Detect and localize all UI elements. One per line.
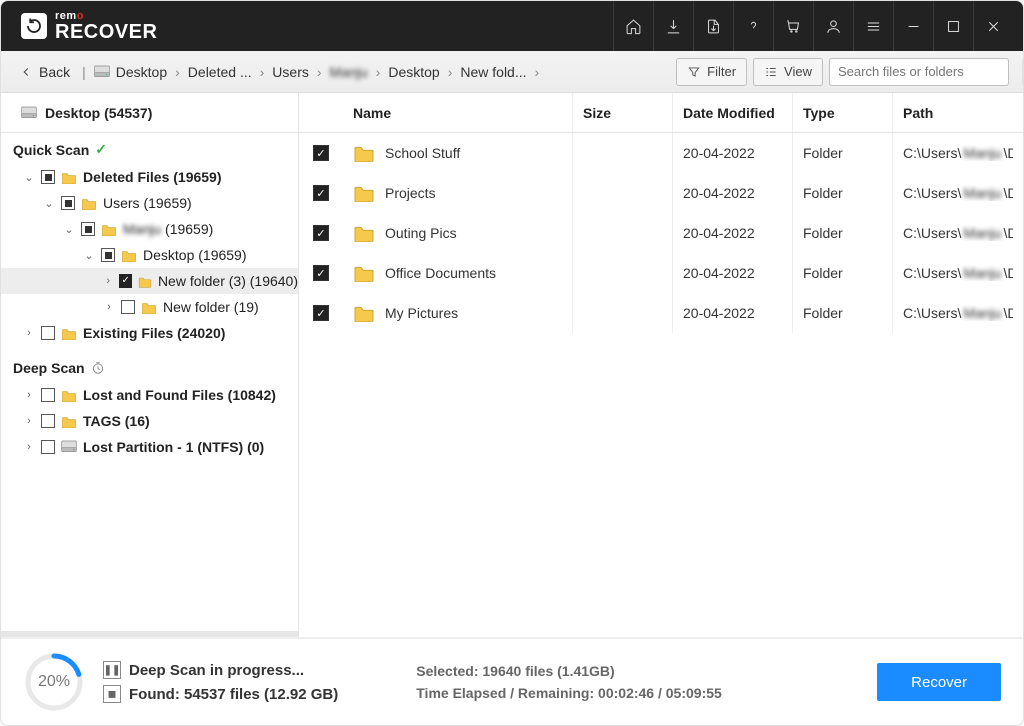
file-type: Folder xyxy=(803,225,843,241)
file-type: Folder xyxy=(803,265,843,281)
pause-button[interactable]: ❚❚ xyxy=(103,661,121,679)
col-size[interactable]: Size xyxy=(573,93,673,132)
file-name: Outing Pics xyxy=(385,225,457,241)
status-bar: 20% ❚❚ Deep Scan in progress... ◼ Found:… xyxy=(1,637,1023,725)
clock-icon xyxy=(91,361,105,375)
file-path: C:\Users\Manju\De xyxy=(903,265,1013,281)
logo-mark-icon xyxy=(21,13,47,39)
file-type: Folder xyxy=(803,145,843,161)
quick-scan-title: Quick Scan ✓ xyxy=(1,133,298,162)
row-checkbox[interactable] xyxy=(313,225,329,241)
file-list: Name Size Date Modified Type Path School… xyxy=(299,93,1023,637)
view-button[interactable]: View xyxy=(753,58,823,86)
row-checkbox[interactable] xyxy=(313,145,329,161)
tree-existing-files[interactable]: › Existing Files (24020) xyxy=(1,320,298,346)
user-icon[interactable] xyxy=(813,1,853,51)
file-name: My Pictures xyxy=(385,305,458,321)
col-path[interactable]: Path xyxy=(893,93,1023,132)
download-icon[interactable] xyxy=(653,1,693,51)
progress-ring: 20% xyxy=(23,651,85,713)
crumb-manju[interactable]: Manju xyxy=(330,64,368,80)
col-name[interactable]: Name xyxy=(343,93,573,132)
row-checkbox[interactable] xyxy=(313,185,329,201)
tree-tags[interactable]: › TAGS (16) xyxy=(1,408,298,434)
close-icon[interactable] xyxy=(973,1,1013,51)
tree-lost-partition[interactable]: › Lost Partition - 1 (NTFS) (0) xyxy=(1,434,298,460)
tree-desktop[interactable]: ⌄ Desktop (19659) xyxy=(1,242,298,268)
file-type: Folder xyxy=(803,305,843,321)
search-input[interactable] xyxy=(830,64,1022,79)
export-icon[interactable] xyxy=(693,1,733,51)
deep-scan-status: Deep Scan in progress... xyxy=(129,662,304,679)
time-info: Time Elapsed / Remaining: 00:02:46 / 05:… xyxy=(416,685,722,701)
maximize-icon[interactable] xyxy=(933,1,973,51)
file-path: C:\Users\Manju\De xyxy=(903,185,1013,201)
sidebar-header[interactable]: Desktop (54537) xyxy=(1,93,298,133)
table-row[interactable]: School Stuff 20-04-2022 Folder C:\Users\Man… xyxy=(299,133,1023,173)
crumb-users[interactable]: Users xyxy=(272,64,309,80)
recover-button[interactable]: Recover xyxy=(877,663,1001,701)
row-checkbox[interactable] xyxy=(313,265,329,281)
file-list-header: Name Size Date Modified Type Path xyxy=(299,93,1023,133)
menu-icon[interactable] xyxy=(853,1,893,51)
cart-icon[interactable] xyxy=(773,1,813,51)
deep-scan-title: Deep Scan xyxy=(1,352,298,380)
tree-users[interactable]: ⌄ Users (19659) xyxy=(1,190,298,216)
table-row[interactable]: Office Documents 20-04-2022 Folder C:\Users… xyxy=(299,253,1023,293)
selected-info: Selected: 19640 files (1.41GB) xyxy=(416,663,722,679)
crumb-deleted[interactable]: Deleted ... xyxy=(188,64,252,80)
col-date[interactable]: Date Modified xyxy=(673,93,793,132)
col-type[interactable]: Type xyxy=(793,93,893,132)
file-date: 20-04-2022 xyxy=(683,225,755,241)
tree-manju[interactable]: ⌄ Manju (19659) xyxy=(1,216,298,242)
tree-lost-found[interactable]: › Lost and Found Files (10842) xyxy=(1,382,298,408)
file-date: 20-04-2022 xyxy=(683,145,755,161)
home-icon[interactable] xyxy=(613,1,653,51)
filter-button[interactable]: Filter xyxy=(676,58,747,86)
tree-deleted-files[interactable]: ⌄ Deleted Files (19659) xyxy=(1,164,298,190)
crumb-desktop-root[interactable]: Desktop xyxy=(94,64,167,80)
back-button[interactable]: Back xyxy=(15,62,74,82)
table-row[interactable]: Outing Pics 20-04-2022 Folder C:\Users\Manj… xyxy=(299,213,1023,253)
file-name: Office Documents xyxy=(385,265,496,281)
found-label: Found: 54537 files (12.92 GB) xyxy=(129,686,338,703)
file-date: 20-04-2022 xyxy=(683,265,755,281)
file-path: C:\Users\Manju\De xyxy=(903,305,1013,321)
select-all-checkbox[interactable] xyxy=(313,105,329,121)
file-path: C:\Users\Manju\De xyxy=(903,225,1013,241)
sidebar: Desktop (54537) Quick Scan ✓ ⌄ Deleted F… xyxy=(1,93,299,637)
file-type: Folder xyxy=(803,185,843,201)
file-name: School Stuff xyxy=(385,145,460,161)
file-date: 20-04-2022 xyxy=(683,185,755,201)
checkmark-icon: ✓ xyxy=(95,141,107,158)
breadcrumb-toolbar: Back | Desktop › Deleted ... › Users › M… xyxy=(1,51,1023,93)
help-icon[interactable] xyxy=(733,1,773,51)
table-row[interactable]: My Pictures 20-04-2022 Folder C:\Users\Manj… xyxy=(299,293,1023,333)
file-path: C:\Users\Manju\De xyxy=(903,145,1013,161)
row-checkbox[interactable] xyxy=(313,305,329,321)
crumb-desktop[interactable]: Desktop xyxy=(388,64,439,80)
crumb-newfolder[interactable]: New fold... xyxy=(460,64,526,80)
table-row[interactable]: Projects 20-04-2022 Folder C:\Users\Manju\D… xyxy=(299,173,1023,213)
tree-newfolder-19[interactable]: › New folder (19) xyxy=(1,294,298,320)
app-logo: remo RECOVER xyxy=(21,11,157,42)
file-date: 20-04-2022 xyxy=(683,305,755,321)
progress-percent: 20% xyxy=(23,651,85,713)
search-box xyxy=(829,58,1009,86)
tree-newfolder-3[interactable]: › New folder (3) (19640) xyxy=(1,268,298,294)
minimize-icon[interactable] xyxy=(893,1,933,51)
titlebar: remo RECOVER xyxy=(1,1,1023,51)
file-name: Projects xyxy=(385,185,436,201)
stop-button[interactable]: ◼ xyxy=(103,685,121,703)
